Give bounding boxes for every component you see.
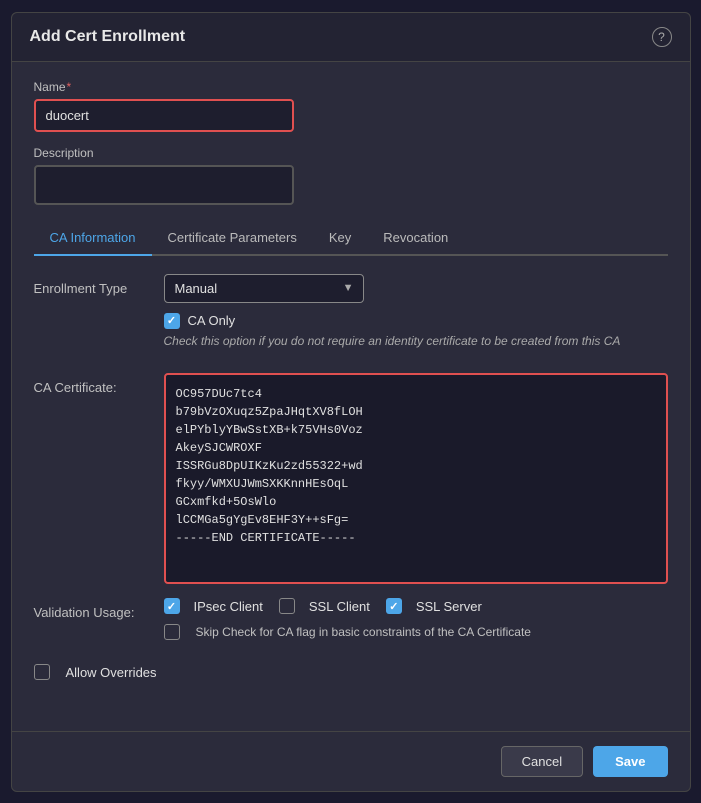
ssl-client-item: SSL Client: [279, 598, 370, 614]
allow-overrides-row: Allow Overrides: [34, 664, 668, 680]
description-input[interactable]: [34, 165, 294, 205]
ipsec-client-item: IPsec Client: [164, 598, 263, 614]
skip-check-row: Skip Check for CA flag in basic constrai…: [164, 624, 668, 640]
tab-revocation[interactable]: Revocation: [367, 221, 464, 256]
validation-usage-row: Validation Usage: IPsec Client SSL Clien…: [34, 598, 668, 640]
description-label: Description: [34, 146, 668, 160]
tabs-row: CA Information Certificate Parameters Ke…: [34, 221, 668, 256]
ca-certificate-row: CA Certificate: OC957DUc7tc4 b79bVzOXuqz…: [34, 373, 668, 584]
skip-check-label: Skip Check for CA flag in basic constrai…: [196, 625, 531, 639]
add-cert-enrollment-dialog: Add Cert Enrollment ? Name Description C…: [11, 12, 691, 792]
validation-usage-label: Validation Usage:: [34, 598, 164, 620]
ssl-client-checkbox[interactable]: [279, 598, 295, 614]
name-label: Name: [34, 80, 668, 94]
ipsec-client-label: IPsec Client: [194, 599, 263, 614]
enrollment-type-select[interactable]: Manual SCEP EST: [164, 274, 364, 303]
save-button[interactable]: Save: [593, 746, 667, 777]
ca-only-label: CA Only: [188, 313, 236, 328]
enrollment-type-content: Manual SCEP EST ▼ CA Only Check this opt…: [164, 274, 668, 360]
enrollment-type-row: Enrollment Type Manual SCEP EST ▼ CA Onl…: [34, 274, 668, 360]
tab-certificate-parameters[interactable]: Certificate Parameters: [152, 221, 313, 256]
allow-overrides-label: Allow Overrides: [66, 665, 157, 680]
dialog-footer: Cancel Save: [12, 731, 690, 791]
ca-certificate-textarea[interactable]: OC957DUc7tc4 b79bVzOXuqz5ZpaJHqtXV8fLOH …: [168, 377, 664, 577]
ca-only-row: CA Only: [164, 313, 668, 329]
ssl-server-label: SSL Server: [416, 599, 482, 614]
tab-key[interactable]: Key: [313, 221, 367, 256]
dialog-title: Add Cert Enrollment: [30, 28, 186, 46]
enrollment-type-label: Enrollment Type: [34, 274, 164, 296]
ssl-server-item: SSL Server: [386, 598, 482, 614]
ssl-server-checkbox[interactable]: [386, 598, 402, 614]
help-icon[interactable]: ?: [652, 27, 672, 47]
ca-only-checkbox[interactable]: [164, 313, 180, 329]
cancel-button[interactable]: Cancel: [501, 746, 583, 777]
name-input[interactable]: [34, 99, 294, 132]
dialog-header: Add Cert Enrollment ?: [12, 13, 690, 62]
enrollment-type-select-wrap: Manual SCEP EST ▼: [164, 274, 364, 303]
tab-ca-information[interactable]: CA Information: [34, 221, 152, 256]
ca-info-tab-content: Enrollment Type Manual SCEP EST ▼ CA Onl…: [34, 256, 668, 699]
ipsec-client-checkbox[interactable]: [164, 598, 180, 614]
allow-overrides-checkbox[interactable]: [34, 664, 50, 680]
ca-only-desc: Check this option if you do not require …: [164, 333, 668, 350]
ca-certificate-label: CA Certificate:: [34, 373, 164, 395]
validation-checkboxes: IPsec Client SSL Client SSL Server: [164, 598, 668, 614]
cert-textarea-wrap: OC957DUc7tc4 b79bVzOXuqz5ZpaJHqtXV8fLOH …: [164, 373, 668, 584]
ca-certificate-content: OC957DUc7tc4 b79bVzOXuqz5ZpaJHqtXV8fLOH …: [164, 373, 668, 584]
validation-usage-content: IPsec Client SSL Client SSL Server: [164, 598, 668, 640]
ssl-client-label: SSL Client: [309, 599, 370, 614]
skip-check-checkbox[interactable]: [164, 624, 180, 640]
description-field-group: Description: [34, 146, 668, 205]
dialog-body: Name Description CA Information Certific…: [12, 62, 690, 731]
name-field-group: Name: [34, 80, 668, 132]
